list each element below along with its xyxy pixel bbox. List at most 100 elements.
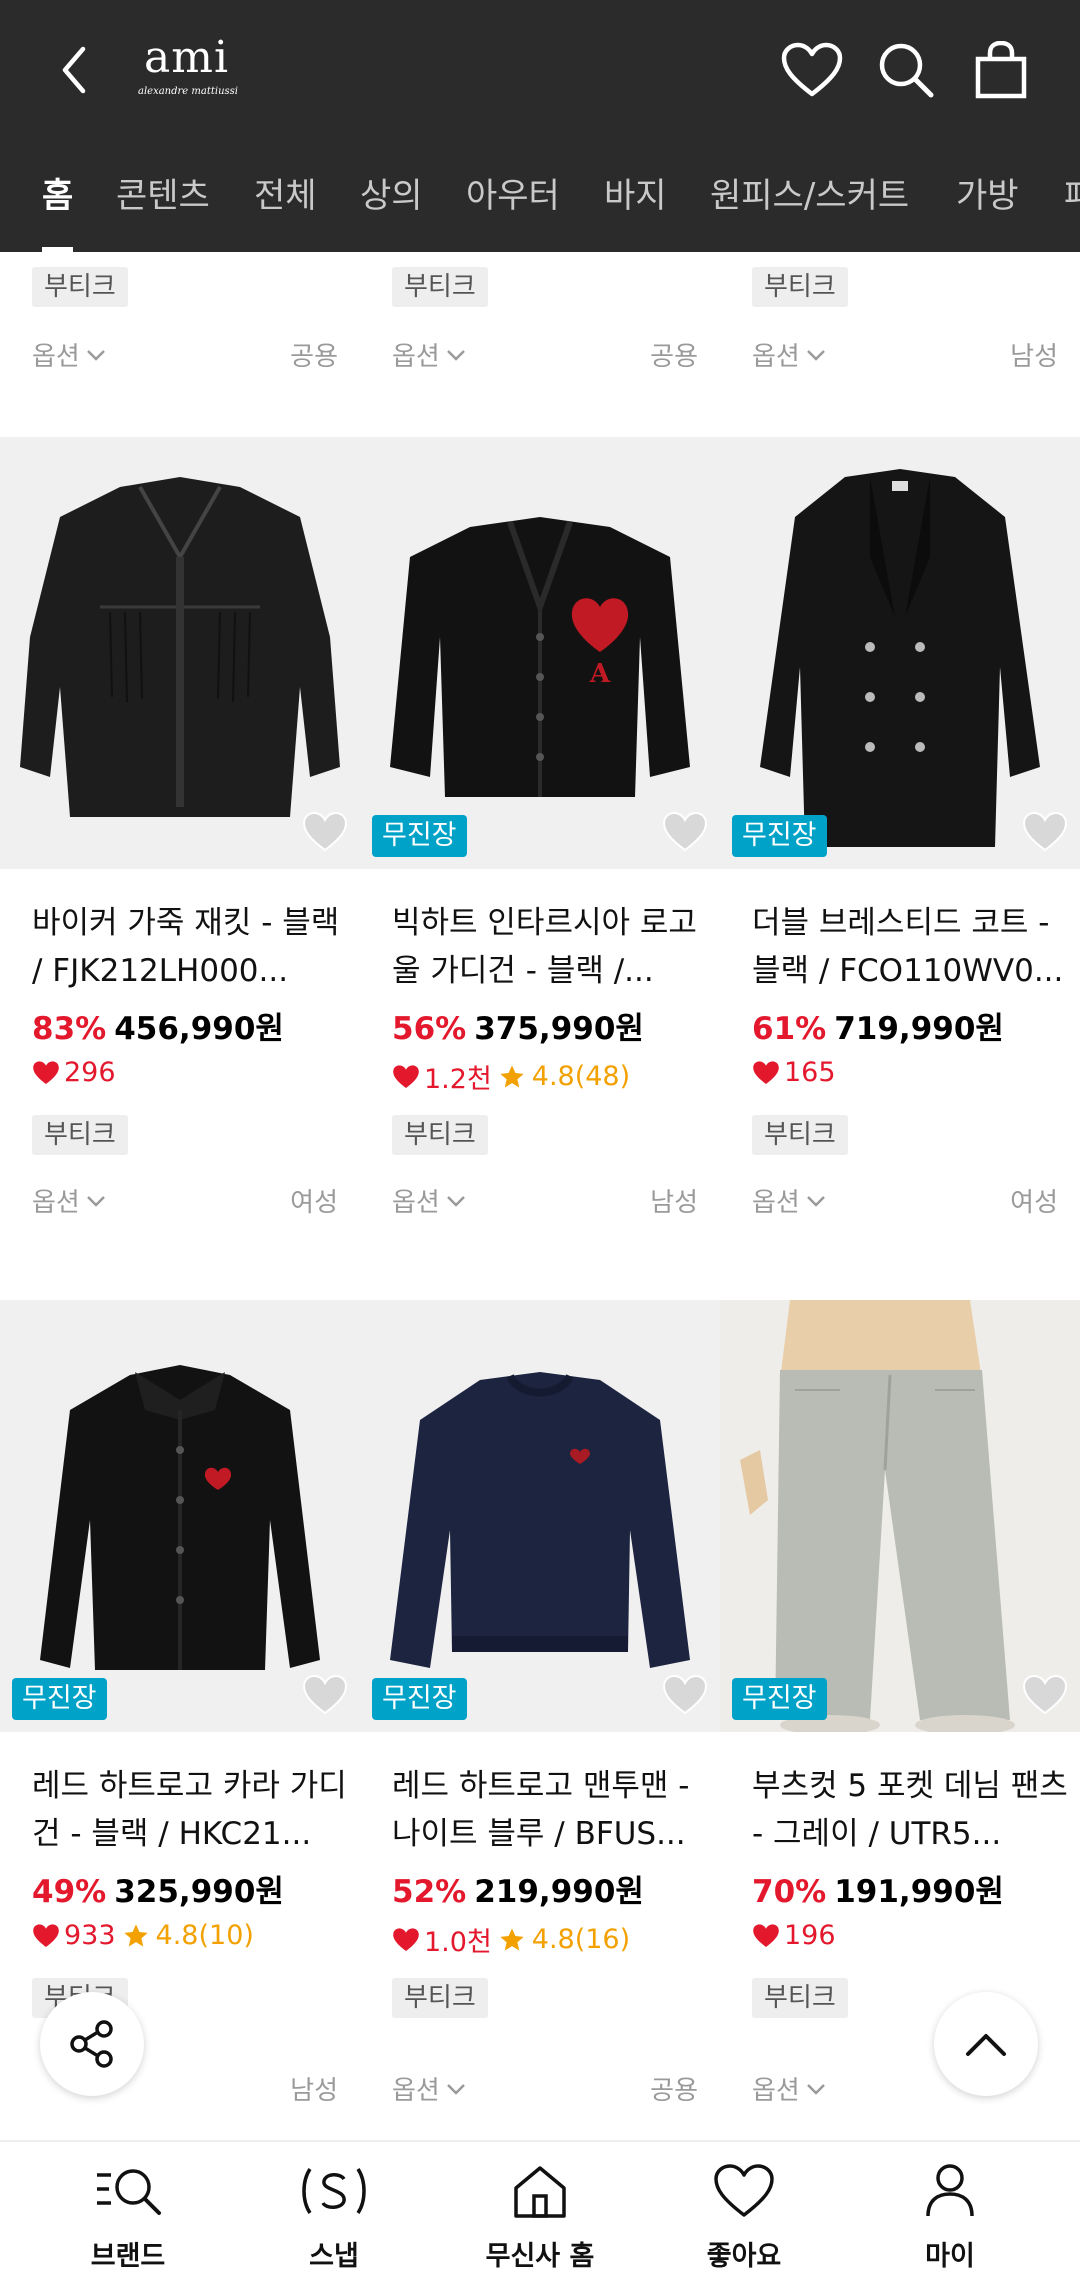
share-button[interactable]	[40, 1992, 144, 2096]
brand-logo[interactable]: ami alexandre mattiussi	[138, 30, 268, 110]
snap-icon	[294, 2156, 374, 2226]
price-line: 61% 719,990원	[752, 1003, 1004, 1048]
search-button[interactable]	[868, 32, 944, 108]
tab-tops[interactable]: 상의	[360, 168, 423, 252]
product-image[interactable]	[0, 437, 360, 869]
price-line: 56% 375,990원	[392, 1003, 644, 1048]
heart-icon	[704, 2156, 784, 2226]
boutique-tag: 부티크	[752, 1115, 848, 1155]
nav-home[interactable]: 무신사 홈	[440, 2142, 640, 2284]
product-card[interactable]: 무진장 부츠컷 5 포켓 데님 팬츠 - 그레이 / UTR5... 70% 19…	[720, 1300, 1080, 2080]
heart-icon	[302, 811, 348, 852]
heart-icon	[662, 1674, 708, 1715]
product-card[interactable]: 무진장 레드 하트로고 맨투맨 - 나이트 블루 / BFUS... 52% 21…	[360, 1300, 720, 2080]
logo-text: ami	[144, 32, 230, 83]
option-dropdown[interactable]: 옵션	[32, 336, 106, 373]
like-count: 165	[784, 1057, 836, 1088]
product-card[interactable]: 무진장 레드 하트로고 카라 가디건 - 블랙 / HKC21... 49% 32…	[0, 1300, 360, 2080]
nav-label: 좋아요	[706, 2241, 782, 2272]
product-name[interactable]: 빅하트 인타르시아 로고 울 가디건 - 블랙 /...	[392, 899, 712, 995]
mujinjang-badge: 무진장	[372, 815, 467, 857]
tab-home[interactable]: 홈	[42, 168, 74, 252]
option-dropdown[interactable]: 옵션	[32, 1182, 106, 1219]
option-dropdown[interactable]: 옵션	[752, 336, 826, 373]
like-button[interactable]	[662, 1674, 710, 1718]
product-name[interactable]: 바이커 가죽 재킷 - 블랙 / FJK212LH000...	[32, 899, 352, 995]
chevron-down-icon	[86, 349, 105, 361]
option-dropdown[interactable]: 옵션	[392, 1182, 466, 1219]
product-name[interactable]: 레드 하트로고 카라 가디건 - 블랙 / HKC21...	[32, 1762, 352, 1858]
option-label: 옵션	[32, 342, 80, 372]
option-dropdown[interactable]: 옵션	[392, 2070, 466, 2107]
like-button[interactable]	[302, 1674, 350, 1718]
cart-button[interactable]	[963, 32, 1039, 108]
search-icon	[879, 43, 934, 98]
collar-cardigan-image	[40, 1365, 320, 1670]
product-name[interactable]: 부츠컷 5 포켓 데님 팬츠 - 그레이 / UTR5...	[752, 1762, 1072, 1858]
wishlist-button[interactable]	[774, 32, 850, 108]
like-button[interactable]	[662, 811, 710, 855]
category-tabs: 홈 콘텐츠 전체 상의 아우터 바지 원피스/스커트 가방 패	[0, 150, 1080, 252]
back-button[interactable]	[44, 30, 104, 110]
option-dropdown[interactable]: 옵션	[752, 1182, 826, 1219]
chevron-down-icon	[806, 1195, 825, 1207]
discount-rate: 52%	[392, 1874, 467, 1910]
chevron-down-icon	[806, 2083, 825, 2095]
nav-likes[interactable]: 좋아요	[644, 2142, 844, 2284]
person-icon	[910, 2156, 990, 2226]
nav-brand[interactable]: 브랜드	[28, 2142, 228, 2284]
product-image[interactable]: 무진장	[360, 1300, 720, 1732]
option-label: 옵션	[752, 2076, 800, 2106]
product-image[interactable]: 무진장	[720, 437, 1080, 869]
heart-filled-icon	[33, 1923, 59, 1947]
product-card[interactable]: 무진장 더블 브레스티드 코트 - 블랙 / FCO110WV0... 61% 7…	[720, 437, 1080, 1217]
option-dropdown[interactable]: 옵션	[752, 2070, 826, 2107]
tab-outer[interactable]: 아우터	[466, 168, 560, 252]
like-button[interactable]	[302, 811, 350, 855]
tab-more[interactable]: 패	[1064, 168, 1080, 252]
product-name[interactable]: 더블 브레스티드 코트 - 블랙 / FCO110WV0...	[752, 899, 1072, 995]
tab-pants[interactable]: 바지	[604, 168, 667, 252]
sweatshirt-image	[390, 1372, 690, 1668]
product-price: 325,990원	[114, 1874, 284, 1910]
tab-onepiece-skirt[interactable]: 원피스/스커트	[710, 168, 909, 252]
like-count: 1.2천	[424, 1064, 492, 1095]
gender-label: 남성	[1010, 342, 1058, 372]
gender-label: 공용	[650, 2076, 698, 2106]
product-card[interactable]: 바이커 가죽 재킷 - 블랙 / FJK212LH000... 83% 456,9…	[0, 437, 360, 1217]
product-card[interactable]: A 무진장 빅하트 인타르시아 로고 울 가디건 - 블랙 /... 56% 37…	[360, 437, 720, 1217]
like-button[interactable]	[1022, 1674, 1070, 1718]
tab-contents[interactable]: 콘텐츠	[116, 168, 210, 252]
nav-label: 스냅	[309, 2241, 359, 2272]
share-icon	[70, 2020, 113, 2068]
product-image[interactable]: A 무진장	[360, 437, 720, 869]
price-line: 49% 325,990원	[32, 1866, 284, 1911]
option-label: 옵션	[752, 1188, 800, 1218]
tab-all[interactable]: 전체	[254, 168, 317, 252]
product-image[interactable]: 무진장	[720, 1300, 1080, 1732]
heart-icon	[1022, 811, 1068, 852]
nav-snap[interactable]: 스냅	[234, 2142, 434, 2284]
boutique-tag: 부티크	[32, 1115, 128, 1155]
product-image[interactable]: 무진장	[0, 1300, 360, 1732]
chevron-down-icon	[806, 349, 825, 361]
heart-filled-icon	[393, 1927, 419, 1951]
heart-outline-icon	[781, 42, 843, 97]
chevron-left-icon	[62, 46, 86, 94]
tab-bags[interactable]: 가방	[956, 168, 1019, 252]
gender-label: 여성	[290, 1188, 338, 1218]
product-name[interactable]: 레드 하트로고 맨투맨 - 나이트 블루 / BFUS...	[392, 1762, 712, 1858]
discount-rate: 56%	[392, 1011, 467, 1047]
svg-text:A: A	[589, 659, 611, 689]
product-price: 191,990원	[834, 1874, 1004, 1910]
discount-rate: 70%	[752, 1874, 827, 1910]
option-dropdown[interactable]: 옵션	[392, 336, 466, 373]
nav-label: 브랜드	[90, 2241, 166, 2272]
like-button[interactable]	[1022, 811, 1070, 855]
product-list: 부티크 옵션 공용 부티크 옵션 공용 부티크 옵션 남성 바이커 가죽 재킷 …	[0, 252, 1080, 2140]
scroll-top-button[interactable]	[934, 1992, 1038, 2096]
product-price: 375,990원	[474, 1011, 644, 1047]
chevron-down-icon	[86, 1195, 105, 1207]
nav-my[interactable]: 마이	[850, 2142, 1050, 2284]
option-label: 옵션	[752, 342, 800, 372]
